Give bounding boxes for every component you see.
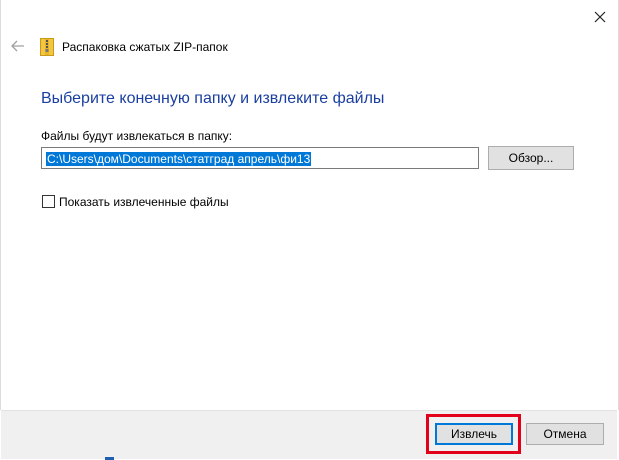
window-title: Распаковка сжатых ZIP-папок: [62, 40, 228, 54]
cancel-button[interactable]: Отмена: [526, 423, 604, 445]
close-icon: [594, 11, 606, 23]
destination-label: Файлы будут извлекаться в папку:: [41, 129, 233, 143]
dialog-footer: [1, 410, 617, 459]
show-files-checkbox[interactable]: [42, 195, 55, 208]
back-arrow-icon: [11, 40, 24, 52]
close-button[interactable]: [587, 4, 613, 30]
page-heading: Выберите конечную папку и извлеките файл…: [41, 90, 385, 107]
show-files-label[interactable]: Показать извлеченные файлы: [59, 194, 229, 210]
destination-path-value: C:\Users\дом\Documents\статград апрель\ф…: [46, 152, 312, 166]
browse-button[interactable]: Обзор...: [488, 146, 574, 170]
destination-path-input[interactable]: C:\Users\дом\Documents\статград апрель\ф…: [41, 147, 479, 169]
zip-folder-icon: [40, 38, 54, 56]
extract-button[interactable]: Извлечь: [435, 423, 513, 445]
background-window-peek: [105, 456, 165, 460]
back-button[interactable]: [8, 36, 28, 56]
